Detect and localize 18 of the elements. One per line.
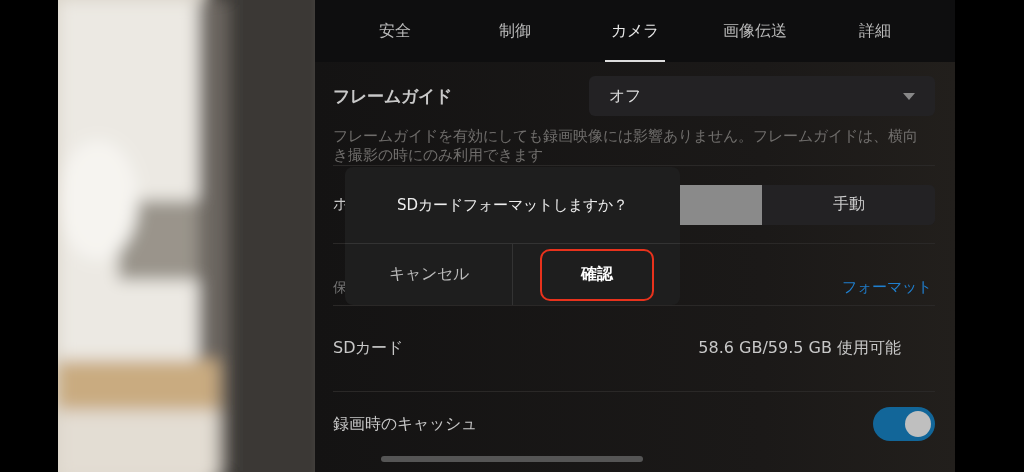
setting-label: 保 bbox=[333, 279, 347, 297]
caret-icon bbox=[903, 92, 915, 100]
setting-label: フレームガイド bbox=[333, 84, 452, 108]
dialog-message: SDカードフォーマットしますか？ bbox=[345, 167, 680, 244]
toggle-switch[interactable] bbox=[873, 407, 935, 441]
tab[interactable]: 詳細 bbox=[815, 0, 935, 62]
storage-value: 58.6 GB/59.5 GB 使用可能 bbox=[698, 338, 901, 359]
tab[interactable]: 制御 bbox=[455, 0, 575, 62]
help-text: フレームガイドを有効にしても録画映像には影響ありません。フレームガイドは、横向き撮影の時にのみ利用できます bbox=[333, 127, 919, 165]
tab[interactable]: カメラ bbox=[575, 0, 695, 62]
tab[interactable]: 安全 bbox=[335, 0, 455, 62]
format-link[interactable]: フォーマット bbox=[839, 278, 935, 297]
setting-label: SDカード bbox=[333, 338, 404, 359]
dialog-button[interactable]: 確認 bbox=[539, 248, 654, 301]
dropdown[interactable]: オフ bbox=[589, 76, 935, 116]
setting-label: 録画時のキャッシュ bbox=[333, 413, 477, 435]
tab[interactable]: 画像伝送 bbox=[695, 0, 815, 62]
dialog-button[interactable]: キャンセル bbox=[371, 248, 486, 301]
